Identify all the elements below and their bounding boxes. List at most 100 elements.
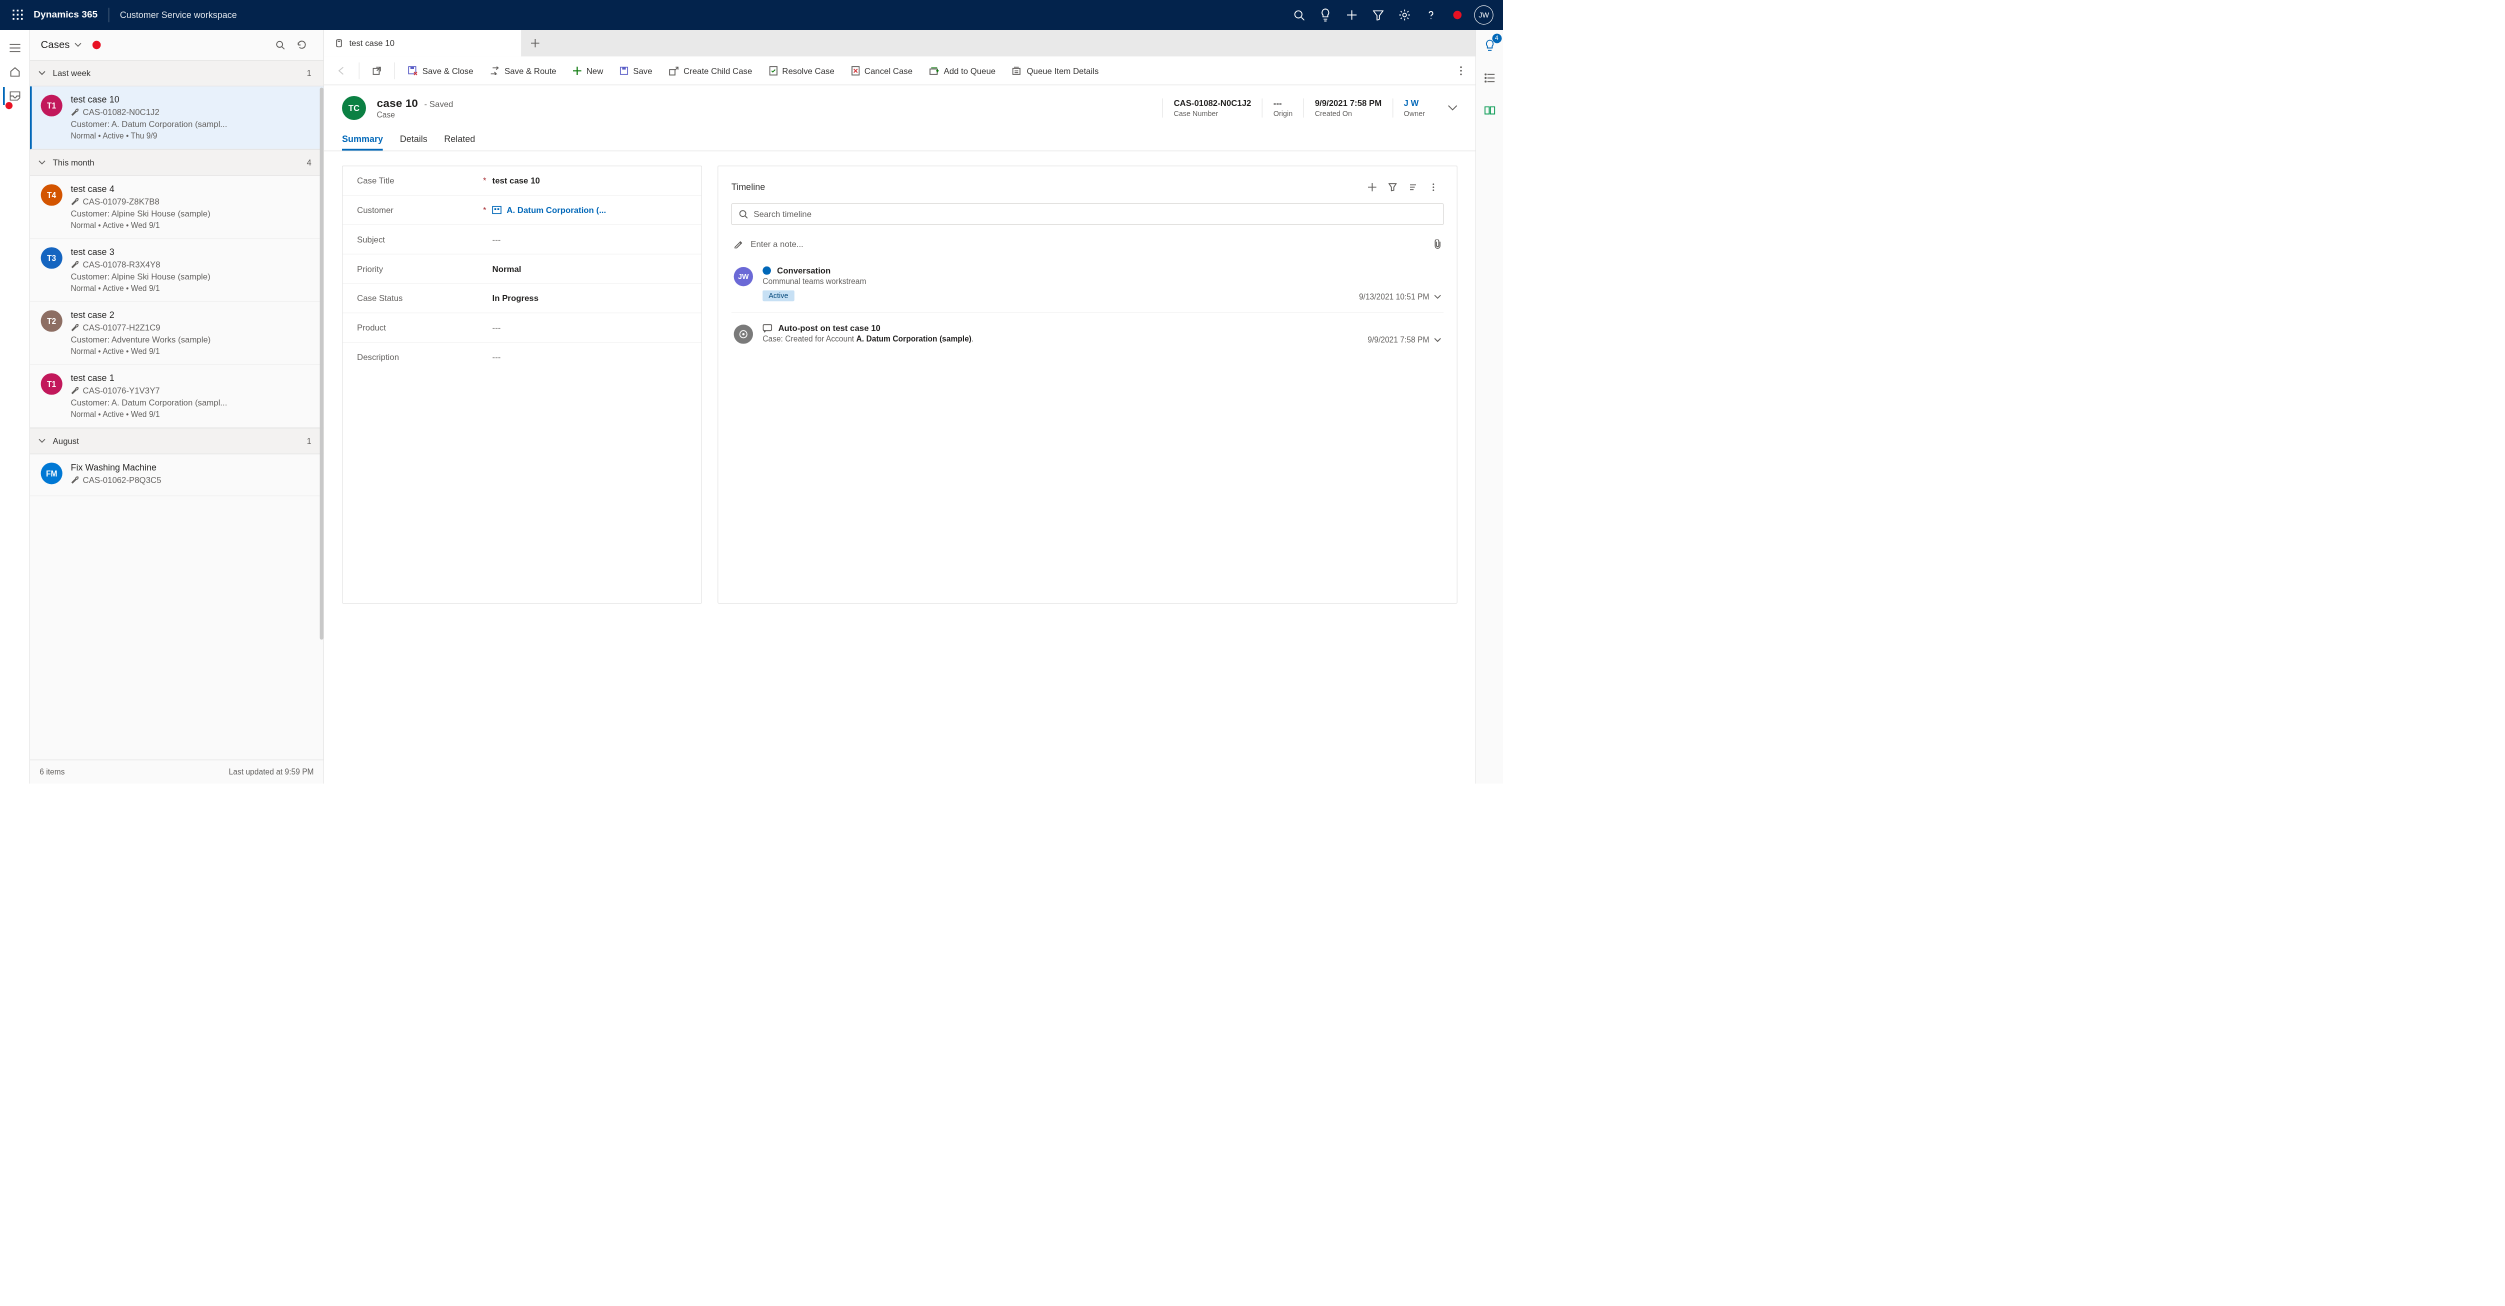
timeline-item[interactable]: Auto-post on test case 10 Case: Created … — [731, 313, 1443, 356]
case-list-item[interactable]: T3 test case 3 CAS-01078-R3X4Y8Customer:… — [30, 239, 323, 302]
workspace-label[interactable]: Customer Service workspace — [120, 10, 237, 20]
open-new-window-button[interactable] — [365, 60, 388, 82]
record-title: case 10 — [377, 97, 418, 110]
timeline-search-input[interactable]: Search timeline — [731, 203, 1443, 225]
form-card: Case Title*test case 10 Customer*A. Datu… — [342, 166, 702, 604]
wrench-icon — [71, 323, 79, 331]
case-title-field[interactable]: test case 10 — [492, 176, 687, 186]
save-route-button[interactable]: Save & Route — [483, 60, 564, 82]
description-field[interactable]: --- — [492, 352, 687, 362]
knowledge-button[interactable] — [1479, 100, 1501, 122]
group-header-thismonth[interactable]: This month 4 — [30, 149, 323, 175]
entity-label: Case — [377, 110, 453, 119]
agent-scripts-button[interactable] — [1479, 67, 1501, 89]
group-header-august[interactable]: August 1 — [30, 428, 323, 454]
tab-label: test case 10 — [349, 38, 394, 48]
new-button[interactable]: New — [566, 60, 610, 82]
subject-field[interactable]: --- — [492, 235, 687, 245]
overflow-button[interactable] — [1453, 60, 1470, 82]
status-badge: Active — [763, 290, 795, 301]
chevron-down-icon — [38, 160, 45, 165]
timeline-note-input[interactable]: Enter a note... — [731, 233, 1443, 255]
case-list-item[interactable]: T4 test case 4 CAS-01079-Z8K7B8Customer:… — [30, 176, 323, 239]
case-avatar: FM — [41, 463, 63, 485]
home-button[interactable] — [3, 60, 27, 84]
case-list-item[interactable]: T1 test case 10 CAS-01082-N0C1J2Customer… — [30, 86, 323, 149]
case-meta: Normal • Active • Wed 9/1 — [71, 347, 315, 356]
case-meta: Normal • Active • Wed 9/1 — [71, 221, 315, 230]
refresh-button[interactable] — [291, 34, 313, 56]
cancel-case-button[interactable]: Cancel Case — [844, 60, 920, 82]
timeline-item-subtitle: Communal teams workstream — [763, 277, 1359, 286]
tab-related[interactable]: Related — [444, 134, 475, 150]
scrollbar[interactable] — [320, 88, 324, 640]
placeholder: Search timeline — [754, 209, 812, 219]
save-button[interactable]: Save — [613, 60, 660, 82]
owner-value[interactable]: J W — [1404, 98, 1425, 108]
create-child-button[interactable]: Create Child Case — [662, 60, 759, 82]
wrench-icon — [71, 260, 79, 268]
save-close-button[interactable]: Save & Close — [401, 60, 481, 82]
queue-details-button[interactable]: Queue Item Details — [1005, 60, 1106, 82]
case-list-item[interactable]: T2 test case 2 CAS-01077-H2Z1C9Customer:… — [30, 302, 323, 365]
priority-field[interactable]: Normal — [492, 264, 687, 274]
timeline-more-button[interactable] — [1423, 177, 1443, 197]
created-on-label: Created On — [1315, 109, 1382, 117]
inbox-icon — [9, 91, 20, 101]
app-launcher-button[interactable] — [6, 3, 30, 27]
view-title[interactable]: Cases — [41, 39, 70, 51]
case-list-item[interactable]: FM Fix Washing Machine CAS-01062-P8Q3C5 — [30, 454, 323, 496]
tab-case[interactable]: test case 10 — [324, 30, 522, 56]
route-icon — [490, 66, 500, 74]
case-list-item[interactable]: T1 test case 1 CAS-01076-Y1V3Y7Customer:… — [30, 365, 323, 428]
resolve-case-button[interactable]: Resolve Case — [762, 60, 842, 82]
search-button[interactable] — [1286, 1, 1312, 30]
form-tabs: Summary Details Related — [324, 126, 1475, 151]
chevron-down-icon[interactable] — [1434, 294, 1441, 299]
user-avatar-button[interactable]: JW — [1471, 1, 1497, 30]
tab-details[interactable]: Details — [400, 134, 428, 150]
case-number: CAS-01062-P8Q3C5 — [71, 475, 315, 485]
plus-icon — [1368, 183, 1376, 191]
case-meta: Normal • Active • Wed 9/1 — [71, 284, 315, 293]
customer-field[interactable]: A. Datum Corporation (... — [492, 205, 687, 215]
account-link[interactable]: A. Datum Corporation (sample) — [856, 334, 971, 343]
new-tab-button[interactable] — [522, 30, 548, 56]
settings-button[interactable] — [1391, 1, 1417, 30]
field-label: Case Title — [357, 176, 483, 186]
back-button[interactable] — [330, 60, 353, 82]
filter-button[interactable] — [1365, 1, 1391, 30]
group-label: Last week — [53, 68, 91, 78]
case-title: test case 3 — [71, 247, 315, 257]
chevron-down-icon[interactable] — [1434, 338, 1441, 343]
product-field[interactable]: --- — [492, 323, 687, 333]
search-list-button[interactable] — [269, 34, 291, 56]
brand-label: Dynamics 365 — [34, 10, 98, 21]
button-label: Save & Route — [504, 66, 556, 76]
timeline-sort-button[interactable] — [1403, 177, 1423, 197]
timeline-title: Timeline — [731, 182, 765, 192]
add-button[interactable] — [1339, 1, 1365, 30]
timeline-add-button[interactable] — [1362, 177, 1382, 197]
smart-assist-button[interactable]: 4 — [1479, 35, 1501, 57]
hamburger-icon — [9, 44, 20, 52]
add-queue-button[interactable]: Add to Queue — [922, 60, 1003, 82]
help-button[interactable] — [1418, 1, 1444, 30]
timeline-item[interactable]: JW Conversation Communal teams workstrea… — [731, 255, 1443, 313]
timeline-text: Case: Created for Account — [763, 334, 857, 343]
expand-header-button[interactable] — [1448, 105, 1458, 111]
session-footer: 6 items Last updated at 9:59 PM — [30, 760, 323, 784]
group-header-lastweek[interactable]: Last week 1 — [30, 60, 323, 86]
timeline-filter-button[interactable] — [1382, 177, 1402, 197]
case-customer: Customer: A. Datum Corporation (sampl... — [71, 119, 315, 129]
button-label: Save & Close — [422, 66, 473, 76]
assistant-button[interactable] — [1312, 1, 1338, 30]
chevron-down-icon[interactable] — [75, 43, 82, 48]
case-number: CAS-01079-Z8K7B8 — [71, 197, 315, 207]
nav-menu-button[interactable] — [3, 36, 27, 60]
status-field[interactable]: In Progress — [492, 293, 687, 303]
button-label: New — [586, 66, 603, 76]
tab-summary[interactable]: Summary — [342, 134, 383, 150]
presence-indicator[interactable] — [1444, 1, 1470, 30]
attachment-icon[interactable] — [1434, 239, 1441, 249]
